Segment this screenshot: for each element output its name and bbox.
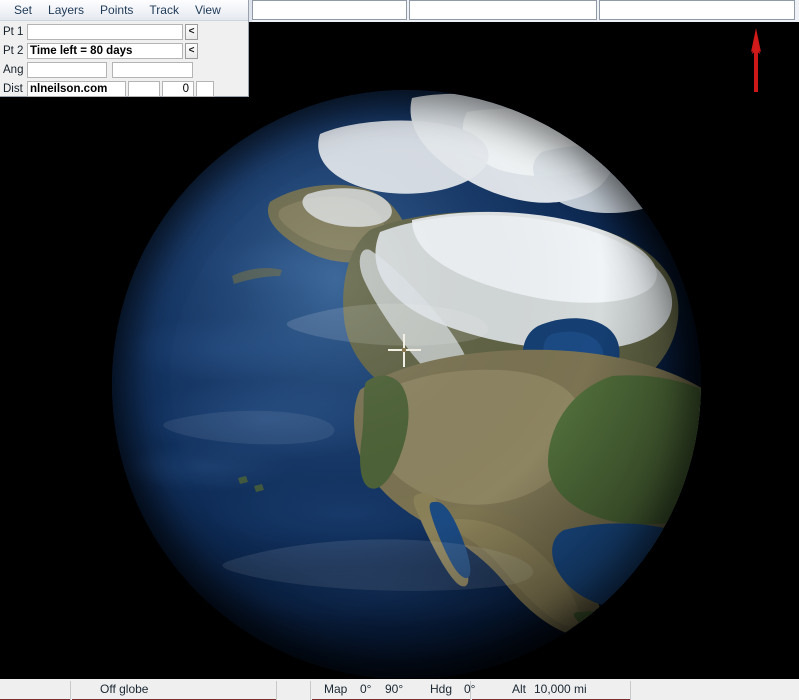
row-dist: Dist (0, 80, 248, 98)
coordinate-form: Pt 1 < Pt 2 < Ang Dist (0, 21, 248, 98)
menu-track[interactable]: Track (141, 2, 187, 19)
menu-set[interactable]: Set (6, 2, 40, 19)
pt1-input[interactable] (27, 24, 183, 40)
status-off-globe: Off globe (100, 679, 148, 700)
row-pt2: Pt 2 < (0, 42, 248, 60)
row-ang: Ang (0, 61, 248, 79)
label-pt1: Pt 1 (0, 23, 27, 41)
status-map-label: Map (324, 679, 347, 700)
status-map-longitude: 90° (385, 679, 403, 700)
status-alt-value: 10,000 mi (534, 679, 587, 700)
status-divider-5 (630, 681, 631, 700)
status-bar: Off globe Map 0° 90° Hdg 0° Alt 10,000 m… (0, 678, 799, 700)
status-hdg-label: Hdg (430, 679, 452, 700)
menu-points[interactable]: Points (92, 2, 141, 19)
status-hdg-value: 0° (464, 679, 475, 700)
status-divider-2 (276, 681, 277, 700)
row-pt1: Pt 1 < (0, 23, 248, 41)
application-window: Set Layers Points Track View Pt 1 < Pt 2… (0, 0, 799, 700)
top-right-field-2[interactable] (409, 0, 597, 20)
label-ang: Ang (0, 61, 27, 79)
label-pt2: Pt 2 (0, 42, 27, 60)
top-right-field-bar (249, 0, 799, 22)
status-map-latitude: 0° (360, 679, 371, 700)
dist-input-2[interactable] (128, 81, 160, 97)
status-alt-label: Alt (512, 679, 526, 700)
north-arrow-icon (740, 28, 772, 92)
label-dist: Dist (0, 80, 27, 98)
dist-input-1[interactable] (27, 81, 126, 97)
pt2-prev-chevron-icon[interactable]: < (185, 43, 198, 59)
ang-input-2[interactable] (112, 62, 193, 78)
top-right-field-3[interactable] (599, 0, 795, 20)
status-divider-3 (310, 681, 311, 700)
pt2-input[interactable] (27, 43, 183, 59)
globe-sphere[interactable] (112, 90, 701, 678)
landmass-layer (112, 90, 701, 678)
menu-view[interactable]: View (187, 2, 229, 19)
pt1-prev-chevron-icon[interactable]: < (185, 24, 198, 40)
control-panel: Set Layers Points Track View Pt 1 < Pt 2… (0, 0, 249, 97)
menu-layers[interactable]: Layers (40, 2, 92, 19)
dist-input-4[interactable] (196, 81, 214, 97)
top-right-field-1[interactable] (252, 0, 407, 20)
status-divider-1 (70, 681, 71, 700)
globe-viewport[interactable] (0, 0, 799, 678)
menu-bar: Set Layers Points Track View (0, 0, 248, 21)
dist-input-3[interactable] (162, 81, 194, 97)
ang-input-1[interactable] (27, 62, 107, 78)
